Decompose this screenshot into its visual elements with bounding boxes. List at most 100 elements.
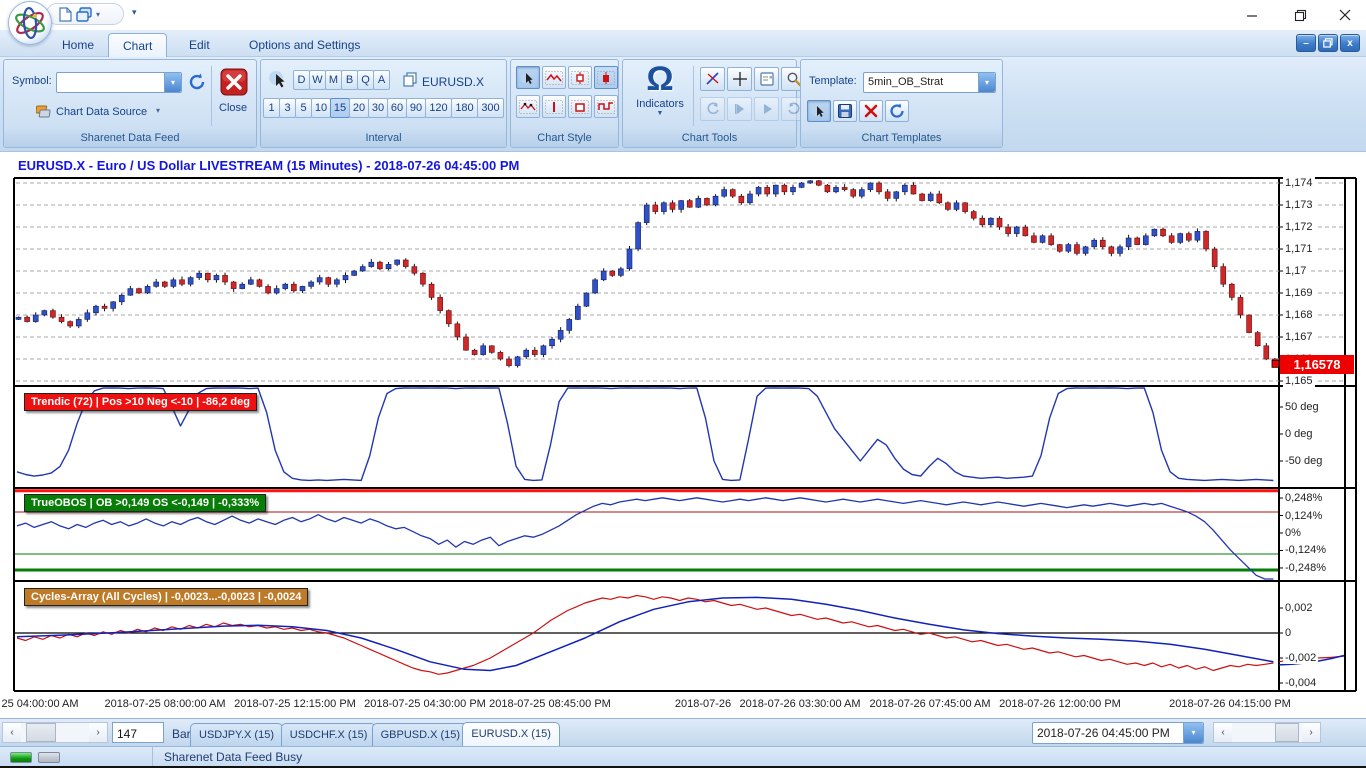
interval-button-m[interactable]: M bbox=[325, 70, 342, 90]
interval-button-120[interactable]: 120 bbox=[425, 98, 452, 118]
symbol-tab-eurusd[interactable]: EURUSD.X (15) bbox=[462, 722, 559, 747]
chart-area: EURUSD.X - Euro / US Dollar LIVESTREAM (… bbox=[0, 152, 1366, 718]
scroll-right-icon[interactable]: › bbox=[89, 723, 107, 742]
ribbon-tab-home[interactable]: Home bbox=[48, 33, 108, 57]
template-delete-icon[interactable] bbox=[859, 100, 883, 122]
trendic-axis-tick: 50 deg bbox=[1283, 401, 1321, 413]
obos-axis-tick: 0,248% bbox=[1283, 492, 1324, 504]
interval-button-1[interactable]: 1 bbox=[263, 98, 280, 118]
template-select-icon[interactable] bbox=[807, 100, 831, 122]
play-icon[interactable] bbox=[754, 97, 779, 121]
active-symbol-label: EURUSD.X bbox=[422, 75, 484, 89]
close-chart-icon[interactable] bbox=[220, 68, 248, 96]
interval-button-3[interactable]: 3 bbox=[279, 98, 296, 118]
interval-button-15[interactable]: 15 bbox=[330, 98, 350, 118]
bar-style-icon[interactable] bbox=[542, 95, 566, 118]
cycles-axis-tick: -0,002 bbox=[1283, 652, 1318, 664]
interval-button-10[interactable]: 10 bbox=[311, 98, 331, 118]
cascade-windows-icon[interactable] bbox=[76, 7, 92, 22]
template-dropdown-icon[interactable]: ▾ bbox=[978, 73, 995, 92]
datetime-combobox[interactable]: 2018-07-26 04:45:00 PM ▾ bbox=[1032, 722, 1204, 744]
bars-count-input[interactable] bbox=[112, 722, 164, 743]
status-bar: Sharenet Data Feed Busy bbox=[0, 746, 1366, 766]
scroll-left-icon[interactable]: ‹ bbox=[3, 723, 21, 742]
scrollbar-thumb[interactable] bbox=[1275, 723, 1299, 742]
quick-access-dropdown-icon[interactable]: ▾ bbox=[96, 10, 100, 19]
price-axis-tick: 1,171 bbox=[1283, 243, 1315, 255]
scrollbar-thumb[interactable] bbox=[26, 723, 56, 742]
indicator-label-badge[interactable]: TrueOBOS | OB >0,149 OS <-0,149 | -0,333… bbox=[24, 494, 266, 512]
interval-button-90[interactable]: 90 bbox=[406, 98, 426, 118]
refresh-symbol-icon[interactable] bbox=[188, 73, 206, 91]
chart-data-source-dropdown-icon[interactable]: ▾ bbox=[156, 106, 160, 115]
window-restore-button[interactable] bbox=[1285, 6, 1315, 24]
indicators-button[interactable]: Ω Indicators ▼ bbox=[631, 60, 689, 117]
indicator-label-badge[interactable]: Trendic (72) | Pos >10 Neg <-10 | -86,2 … bbox=[24, 393, 257, 411]
scroll-left-icon[interactable]: ‹ bbox=[1214, 723, 1232, 742]
interval-button-q[interactable]: Q bbox=[357, 70, 374, 90]
hollow-candle-style-icon[interactable] bbox=[568, 66, 592, 89]
chart-h-scrollbar[interactable]: ‹ › bbox=[2, 722, 108, 743]
datetime-value[interactable]: 2018-07-26 04:45:00 PM bbox=[1033, 723, 1183, 743]
chart-window-restore-button[interactable] bbox=[1318, 34, 1338, 52]
customize-toolbar-icon[interactable]: ▾ bbox=[132, 7, 137, 18]
interval-button-30[interactable]: 30 bbox=[368, 98, 388, 118]
play-pause-icon[interactable] bbox=[727, 97, 752, 121]
price-axis-tick: 1,169 bbox=[1283, 287, 1315, 299]
interval-button-5[interactable]: 5 bbox=[295, 98, 312, 118]
template-value[interactable]: 5min_OB_Strat bbox=[864, 73, 978, 92]
status-message: Sharenet Data Feed Busy bbox=[164, 750, 302, 764]
group-caption: Interval bbox=[261, 130, 506, 147]
interval-button-w[interactable]: W bbox=[309, 70, 326, 90]
crosshair-tool-icon[interactable] bbox=[727, 67, 752, 91]
interval-button-20[interactable]: 20 bbox=[349, 98, 369, 118]
chart-window-minimize-button[interactable]: – bbox=[1296, 34, 1316, 52]
interval-button-a[interactable]: A bbox=[373, 70, 390, 90]
template-save-icon[interactable] bbox=[833, 100, 857, 122]
box-style-icon[interactable] bbox=[568, 95, 592, 118]
window-minimize-button[interactable] bbox=[1237, 6, 1267, 24]
time-h-scrollbar[interactable]: ‹ › bbox=[1213, 722, 1321, 743]
time-axis-tick: 2018-07-25 08:45:00 PM bbox=[489, 698, 611, 710]
dot-line-style-icon[interactable] bbox=[516, 95, 540, 118]
symbol-value[interactable] bbox=[57, 73, 164, 92]
filled-candle-style-icon[interactable] bbox=[594, 66, 618, 89]
pointer-select-icon[interactable] bbox=[516, 66, 540, 89]
close-button-label[interactable]: Close bbox=[219, 102, 247, 114]
interval-button-300[interactable]: 300 bbox=[477, 98, 504, 118]
interval-button-180[interactable]: 180 bbox=[451, 98, 478, 118]
symbol-tab-gbpusd[interactable]: GBPUSD.X (15) bbox=[372, 723, 469, 747]
symbol-combobox[interactable]: ▾ bbox=[56, 72, 182, 93]
new-document-icon[interactable] bbox=[59, 7, 72, 22]
chart-canvas[interactable] bbox=[0, 152, 1366, 718]
trendic-axis-tick: -50 deg bbox=[1283, 455, 1324, 467]
app-logo[interactable] bbox=[8, 1, 52, 45]
template-refresh-icon[interactable] bbox=[885, 100, 909, 122]
scrollbar-track[interactable] bbox=[21, 723, 89, 742]
interval-button-60[interactable]: 60 bbox=[387, 98, 407, 118]
interval-button-d[interactable]: D bbox=[293, 70, 310, 90]
pointer-select-icon[interactable] bbox=[267, 69, 289, 91]
trendline-tool-icon[interactable] bbox=[700, 67, 725, 91]
interval-button-b[interactable]: B bbox=[341, 70, 358, 90]
step-back-icon[interactable] bbox=[700, 97, 725, 121]
indicator-label-badge[interactable]: Cycles-Array (All Cycles) | -0,0023...-0… bbox=[24, 588, 308, 606]
window-close-button[interactable] bbox=[1330, 6, 1360, 24]
scrollbar-track[interactable] bbox=[1232, 723, 1302, 742]
chart-window-close-button[interactable]: x bbox=[1340, 34, 1360, 52]
symbol-tab-usdjpy[interactable]: USDJPY.X (15) bbox=[190, 723, 283, 747]
time-axis-tick: 25 04:00:00 AM bbox=[1, 698, 78, 710]
datetime-dropdown-icon[interactable]: ▾ bbox=[1183, 723, 1203, 743]
group-chart-templates: Template: 5min_OB_Strat ▾ Chart Template… bbox=[800, 59, 1003, 148]
scroll-right-icon[interactable]: › bbox=[1302, 723, 1320, 742]
step-line-style-icon[interactable] bbox=[594, 95, 618, 118]
line-chart-style-icon[interactable] bbox=[542, 66, 566, 89]
template-combobox[interactable]: 5min_OB_Strat ▾ bbox=[863, 72, 996, 93]
data-window-tool-icon[interactable] bbox=[754, 67, 779, 91]
symbol-dropdown-icon[interactable]: ▾ bbox=[164, 73, 181, 92]
ribbon-tab-options-and-settings[interactable]: Options and Settings bbox=[235, 33, 374, 57]
chart-data-source-button[interactable]: Chart Data Source bbox=[56, 106, 147, 118]
ribbon-tab-chart[interactable]: Chart bbox=[108, 33, 167, 57]
symbol-tab-usdchf[interactable]: USDCHF.X (15) bbox=[281, 723, 377, 747]
ribbon-tab-edit[interactable]: Edit bbox=[175, 33, 224, 57]
